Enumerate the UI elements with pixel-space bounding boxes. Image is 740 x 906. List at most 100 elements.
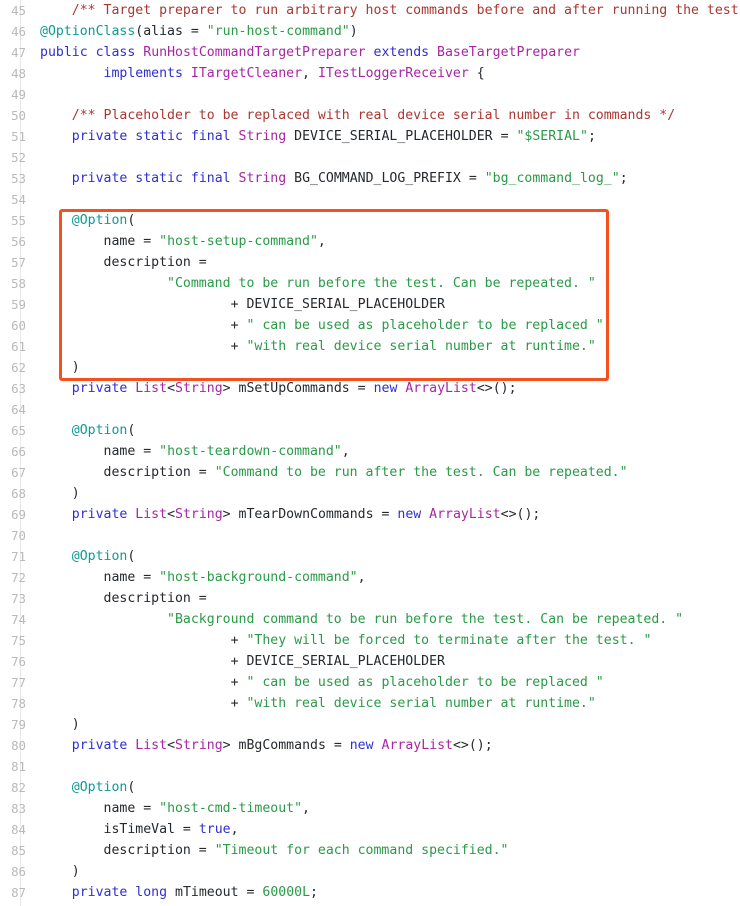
token-op: + bbox=[230, 654, 239, 669]
code-line-content: description = "Timeout for each command … bbox=[26, 840, 509, 861]
code-line-list: 45 /** Target preparer to run arbitrary … bbox=[0, 0, 740, 903]
token-punc: , bbox=[357, 570, 366, 585]
code-line-content: @Option( bbox=[26, 546, 136, 567]
code-line[interactable]: 68 ) bbox=[0, 483, 740, 504]
token-punc: > bbox=[222, 738, 231, 753]
code-line[interactable]: 53 private static final String BG_COMMAN… bbox=[0, 168, 740, 189]
token-plain: name bbox=[40, 234, 144, 249]
code-line[interactable]: 56 name = "host-setup-command", bbox=[0, 231, 740, 252]
code-line[interactable]: 73 description = bbox=[0, 588, 740, 609]
token-str: " can be used as placeholder to be repla… bbox=[246, 318, 604, 333]
code-line[interactable]: 50 /** Placeholder to be replaced with r… bbox=[0, 105, 740, 126]
code-line[interactable]: 81 bbox=[0, 756, 740, 777]
token-comment: /** Placeholder to be replaced with real… bbox=[40, 108, 676, 123]
token-op: = bbox=[357, 381, 366, 396]
code-viewer[interactable]: 45 /** Target preparer to run arbitrary … bbox=[0, 0, 740, 906]
token-kw: static bbox=[135, 171, 183, 186]
code-line[interactable]: 46 @OptionClass(alias = "run-host-command… bbox=[0, 21, 740, 42]
code-line[interactable]: 64 bbox=[0, 399, 740, 420]
line-number: 51 bbox=[11, 129, 26, 144]
code-line[interactable]: 70 bbox=[0, 525, 740, 546]
token-type: List bbox=[135, 381, 168, 396]
token-type: ITargetCleaner bbox=[190, 66, 303, 81]
code-line[interactable]: 59 + DEVICE_SERIAL_PLACEHOLDER bbox=[0, 294, 740, 315]
code-line[interactable]: 51 private static final String DEVICE_SE… bbox=[0, 126, 740, 147]
code-line[interactable]: 84 isTimeVal = true, bbox=[0, 819, 740, 840]
code-line[interactable]: 47 public class RunHostCommandTargetPrepa… bbox=[0, 42, 740, 63]
code-line[interactable]: 61 + "with real device serial number at … bbox=[0, 336, 740, 357]
code-line[interactable]: 71 @Option( bbox=[0, 546, 740, 567]
code-line[interactable]: 78 + "with real device serial number at … bbox=[0, 693, 740, 714]
code-line[interactable]: 87 private long mTimeout = 60000L; bbox=[0, 882, 740, 903]
token-punc: ( bbox=[127, 780, 136, 795]
line-number: 54 bbox=[11, 192, 26, 207]
code-line[interactable]: 66 name = "host-teardown-command", bbox=[0, 441, 740, 462]
token-anno: @Option bbox=[71, 549, 128, 564]
token-num: 60000L bbox=[262, 885, 311, 900]
token-plain: name bbox=[40, 444, 144, 459]
code-line[interactable]: 74 "Background command to be run before … bbox=[0, 609, 740, 630]
code-line[interactable]: 48 implements ITargetCleaner, ITestLogge… bbox=[0, 63, 740, 84]
code-line-content: @OptionClass(alias = "run-host-command") bbox=[26, 21, 358, 42]
line-number: 74 bbox=[11, 612, 26, 627]
code-line-content: isTimeVal = true, bbox=[26, 819, 239, 840]
code-line[interactable]: 79 ) bbox=[0, 714, 740, 735]
code-line[interactable]: 76 + DEVICE_SERIAL_PLACEHOLDER bbox=[0, 651, 740, 672]
token-op: = bbox=[143, 570, 152, 585]
line-number: 49 bbox=[11, 87, 26, 102]
code-line[interactable]: 60 + " can be used as placeholder to be … bbox=[0, 315, 740, 336]
code-line[interactable]: 65 @Option( bbox=[0, 420, 740, 441]
token-kw: static bbox=[135, 129, 183, 144]
code-line[interactable]: 55 @Option( bbox=[0, 210, 740, 231]
code-line[interactable]: 63 private List<String> mSetUpCommands =… bbox=[0, 378, 740, 399]
token-kw: private bbox=[71, 507, 128, 522]
code-line[interactable]: 45 /** Target preparer to run arbitrary … bbox=[0, 0, 740, 21]
line-number: 86 bbox=[11, 864, 26, 879]
code-line[interactable]: 67 description = "Command to be run afte… bbox=[0, 462, 740, 483]
code-line[interactable]: 62 ) bbox=[0, 357, 740, 378]
token-op: = bbox=[143, 801, 152, 816]
line-number: 72 bbox=[11, 570, 26, 585]
token-str: "Timeout for each command specified." bbox=[214, 843, 509, 858]
token-plain: description bbox=[40, 255, 199, 270]
line-number: 60 bbox=[11, 318, 26, 333]
code-line[interactable]: 69 private List<String> mTearDownCommand… bbox=[0, 504, 740, 525]
code-line-content: ) bbox=[26, 714, 80, 735]
token-type: BaseTargetPreparer bbox=[437, 45, 580, 60]
token-punc: ; bbox=[587, 129, 596, 144]
code-line[interactable]: 86 ) bbox=[0, 861, 740, 882]
token-type: String bbox=[238, 129, 287, 144]
token-plain: name bbox=[40, 801, 144, 816]
code-line[interactable]: 57 description = bbox=[0, 252, 740, 273]
token-kw: final bbox=[190, 129, 231, 144]
token-op: + bbox=[230, 297, 239, 312]
code-line[interactable]: 83 name = "host-cmd-timeout", bbox=[0, 798, 740, 819]
code-line[interactable]: 80 private List<String> mBgCommands = ne… bbox=[0, 735, 740, 756]
token-punc: ; bbox=[619, 171, 628, 186]
code-line[interactable]: 72 name = "host-background-command", bbox=[0, 567, 740, 588]
code-line-content: public class RunHostCommandTargetPrepare… bbox=[26, 42, 580, 63]
code-line[interactable]: 77 + " can be used as placeholder to be … bbox=[0, 672, 740, 693]
code-line-content: private List<String> mTearDownCommands =… bbox=[26, 504, 541, 525]
token-op: = bbox=[198, 465, 207, 480]
code-line[interactable]: 85 description = "Timeout for each comma… bbox=[0, 840, 740, 861]
code-line[interactable]: 52 bbox=[0, 147, 740, 168]
token-plain: mTimeout bbox=[167, 885, 247, 900]
token-plain: BG_COMMAND_LOG_PREFIX bbox=[286, 171, 469, 186]
token-type: String bbox=[175, 738, 223, 753]
code-line[interactable]: 54 bbox=[0, 189, 740, 210]
line-number: 45 bbox=[11, 3, 26, 18]
code-line[interactable]: 75 + "They will be forced to terminate a… bbox=[0, 630, 740, 651]
line-number: 79 bbox=[11, 717, 26, 732]
code-line[interactable]: 58 "Command to be run before the test. C… bbox=[0, 273, 740, 294]
line-number: 66 bbox=[11, 444, 26, 459]
code-line[interactable]: 49 bbox=[0, 84, 740, 105]
token-op: = bbox=[198, 843, 207, 858]
code-line[interactable]: 82 @Option( bbox=[0, 777, 740, 798]
